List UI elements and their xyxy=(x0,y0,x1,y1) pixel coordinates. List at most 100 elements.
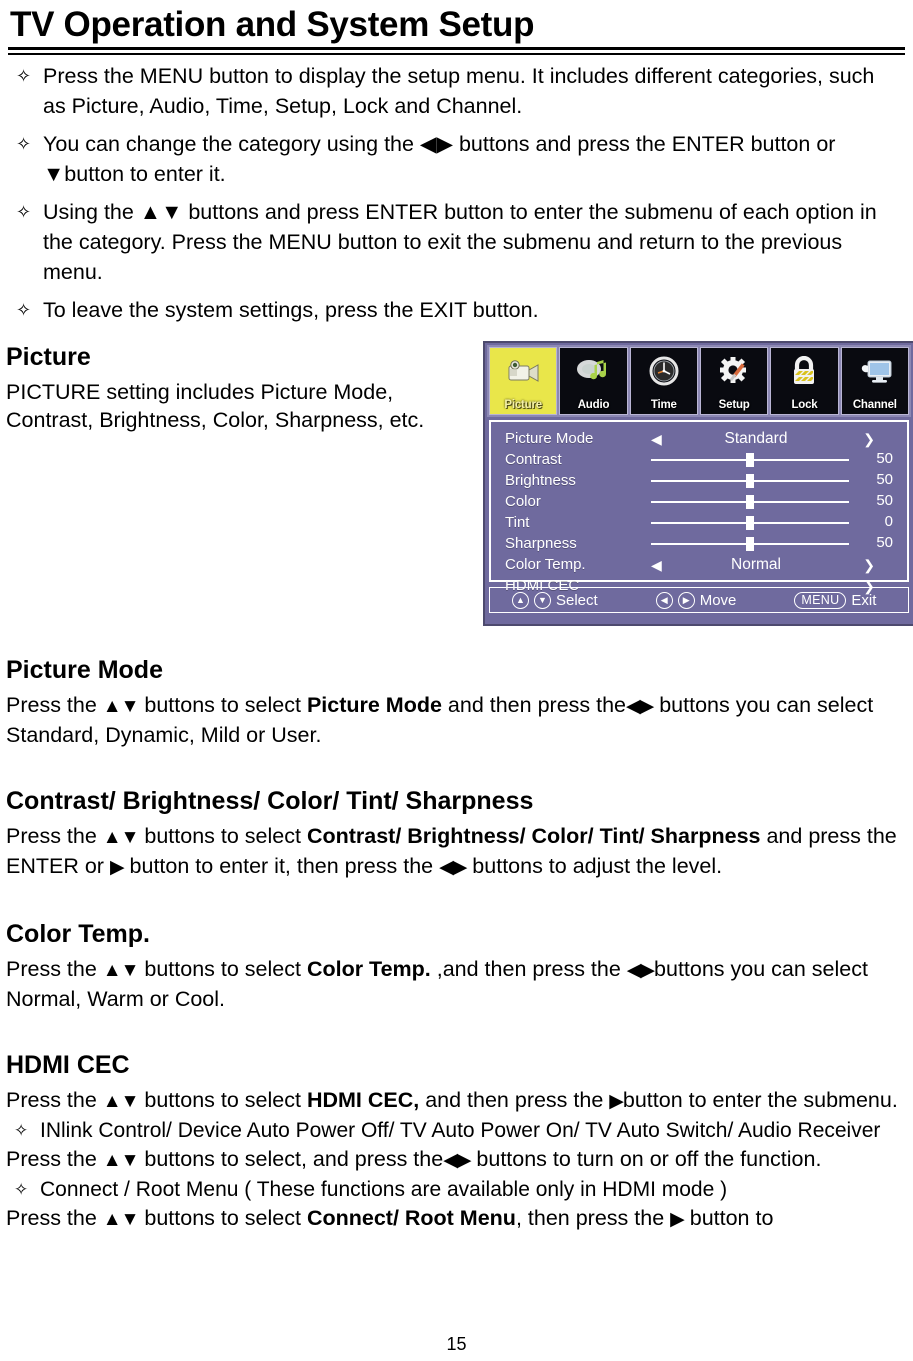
up-down-arrows-icon: ▲▼ xyxy=(102,696,140,717)
osd-tab-audio[interactable]: Audio xyxy=(559,347,628,415)
osd-settings-list: Picture Mode ◀ Standard ❯ Contrast 50 Br… xyxy=(489,420,909,594)
osd-tab-label: Channel xyxy=(852,399,897,411)
section-heading: Picture Mode xyxy=(6,656,163,684)
emphasis-connect-root-menu: Connect/ Root Menu xyxy=(306,1206,516,1230)
osd-row-label: Picture Mode xyxy=(505,430,594,447)
section-picture-mode: Picture Mode Press the ▲▼ buttons to sel… xyxy=(6,656,907,749)
osd-hint-select-label: Select xyxy=(556,591,598,609)
right-arrow-icon: ▶ xyxy=(109,857,125,878)
list-item: ✧ INlink Control/ Device Auto Power Off/… xyxy=(6,1116,907,1145)
osd-tab-label: Time xyxy=(650,399,677,411)
osd-slider[interactable] xyxy=(651,512,849,533)
osd-tab-label: Picture xyxy=(504,399,542,411)
section-body: Press the ▲▼ buttons to select Connect/ … xyxy=(6,1206,774,1230)
osd-slider-thumb[interactable] xyxy=(746,537,754,551)
picture-section: Picture PICTURE setting includes Picture… xyxy=(6,341,913,638)
osd-slider-value: 50 xyxy=(876,471,893,488)
osd-slider-thumb[interactable] xyxy=(746,453,754,467)
osd-tab-time[interactable]: Time xyxy=(629,347,698,415)
osd-tab-setup[interactable]: Setup xyxy=(699,347,769,415)
osd-tab-channel[interactable]: Channel xyxy=(840,347,909,415)
arrow-up-circle-icon: ▲ xyxy=(512,591,529,609)
osd-row-label: Color Temp. xyxy=(505,556,586,573)
osd-slider-thumb[interactable] xyxy=(746,495,754,509)
osd-option-control[interactable]: ◀ Normal ❯ xyxy=(623,554,897,575)
chevron-right-icon[interactable]: ❯ xyxy=(863,558,875,572)
osd-tab-label: Audio xyxy=(577,399,610,411)
chevron-right-icon[interactable]: ❯ xyxy=(863,432,875,446)
osd-option-value: Normal xyxy=(731,555,781,573)
osd-slider[interactable] xyxy=(651,491,849,512)
osd-row-color-temp[interactable]: Color Temp. ◀ Normal ❯ xyxy=(505,554,897,575)
osd-row-brightness[interactable]: Brightness 50 xyxy=(505,470,897,491)
osd-option-value: Standard xyxy=(724,429,788,447)
osd-row-picture-mode[interactable]: Picture Mode ◀ Standard ❯ xyxy=(505,428,897,449)
list-item-text: Using the ▲▼ buttons and press ENTER but… xyxy=(43,200,877,284)
osd-slider-value: 0 xyxy=(884,513,893,530)
osd-row-label: Tint xyxy=(505,514,530,531)
osd-slider-control[interactable]: 50 xyxy=(623,533,897,554)
up-down-arrows-icon: ▲▼ xyxy=(102,1150,140,1171)
speaker-music-note-icon xyxy=(560,350,626,394)
osd-row-tint[interactable]: Tint 0 xyxy=(505,512,897,533)
osd-submenu-control[interactable]: ❯ xyxy=(623,575,897,596)
osd-slider-control[interactable]: 50 xyxy=(623,491,897,512)
list-item-text: To leave the system settings, press the … xyxy=(43,298,539,322)
osd-tab-picture[interactable]: Picture xyxy=(489,347,558,415)
section-hdmi-cec: HDMI CEC Press the ▲▼ buttons to select … xyxy=(6,1051,907,1234)
osd-tab-lock[interactable]: Lock xyxy=(770,347,839,415)
up-down-arrows-icon: ▲▼ xyxy=(102,1209,140,1230)
emphasis-contrast-group: Contrast/ Brightness/ Color/ Tint/ Sharp… xyxy=(306,824,761,848)
list-item: ✧ Connect / Root Menu ( These functions … xyxy=(6,1175,907,1204)
osd-row-contrast[interactable]: Contrast 50 xyxy=(505,449,897,470)
clock-icon xyxy=(631,350,697,394)
section-body: Press the ▲▼ buttons to select Picture M… xyxy=(6,693,874,747)
manual-page: TV Operation and System Setup ✧ Press th… xyxy=(0,0,913,1361)
list-item-text: Connect / Root Menu ( These functions ar… xyxy=(40,1178,728,1201)
emphasis-hdmi-cec: HDMI CEC, xyxy=(306,1088,420,1112)
up-down-arrows-icon: ▲▼ xyxy=(102,960,140,981)
osd-slider-control[interactable]: 50 xyxy=(623,449,897,470)
emphasis-color-temp: Color Temp. xyxy=(306,957,431,981)
osd-row-label: Brightness xyxy=(505,472,576,489)
tv-monitor-icon xyxy=(842,350,908,394)
diamond-bullet-icon: ✧ xyxy=(16,66,32,86)
list-item-text: You can change the category using the ◀▶… xyxy=(43,132,836,186)
osd-tab-label: Lock xyxy=(791,399,818,411)
section-heading: Color Temp. xyxy=(6,920,150,948)
up-down-arrows-icon: ▲▼ xyxy=(102,1091,140,1112)
osd-slider-thumb[interactable] xyxy=(746,516,754,530)
section-body: Press the ▲▼ buttons to select, and pres… xyxy=(6,1147,822,1171)
chevron-right-icon[interactable]: ❯ xyxy=(863,579,875,593)
osd-slider-thumb[interactable] xyxy=(746,474,754,488)
osd-slider[interactable] xyxy=(651,470,849,491)
osd-row-label: Sharpness xyxy=(505,535,577,552)
osd-hint-select: ▲ ▼ Select xyxy=(512,591,598,609)
section-contrast-brightness: Contrast/ Brightness/ Color/ Tint/ Sharp… xyxy=(6,787,907,882)
tv-osd-menu-screenshot: Picture Audio Time Setup Lock Channel Pi… xyxy=(483,341,913,626)
osd-tab-label: Setup xyxy=(718,399,750,411)
osd-slider-value: 50 xyxy=(876,534,893,551)
section-body: Press the ▲▼ buttons to select Color Tem… xyxy=(6,957,868,1011)
osd-row-sharpness[interactable]: Sharpness 50 xyxy=(505,533,897,554)
title-divider-thin xyxy=(8,53,905,55)
osd-option-control[interactable]: ◀ Standard ❯ xyxy=(623,428,897,449)
diamond-bullet-icon: ✧ xyxy=(16,202,32,222)
osd-slider-control[interactable]: 0 xyxy=(623,512,897,533)
list-item: ✧ Press the MENU button to display the s… xyxy=(6,61,907,121)
left-right-arrows-icon: ◀▶ xyxy=(626,696,654,717)
section-heading-picture: Picture xyxy=(6,343,91,371)
osd-slider-control[interactable]: 50 xyxy=(623,470,897,491)
diamond-bullet-icon: ✧ xyxy=(16,134,32,154)
right-arrow-icon: ▶ xyxy=(670,1209,685,1230)
left-right-arrows-icon: ◀▶ xyxy=(443,1150,471,1171)
osd-slider[interactable] xyxy=(651,449,849,470)
list-item: ✧ To leave the system settings, press th… xyxy=(6,295,907,325)
section-color-temp: Color Temp. Press the ▲▼ buttons to sele… xyxy=(6,920,907,1013)
camera-icon xyxy=(490,350,556,394)
osd-slider[interactable] xyxy=(651,533,849,554)
section-heading: Contrast/ Brightness/ Color/ Tint/ Sharp… xyxy=(6,787,534,815)
osd-row-color[interactable]: Color 50 xyxy=(505,491,897,512)
